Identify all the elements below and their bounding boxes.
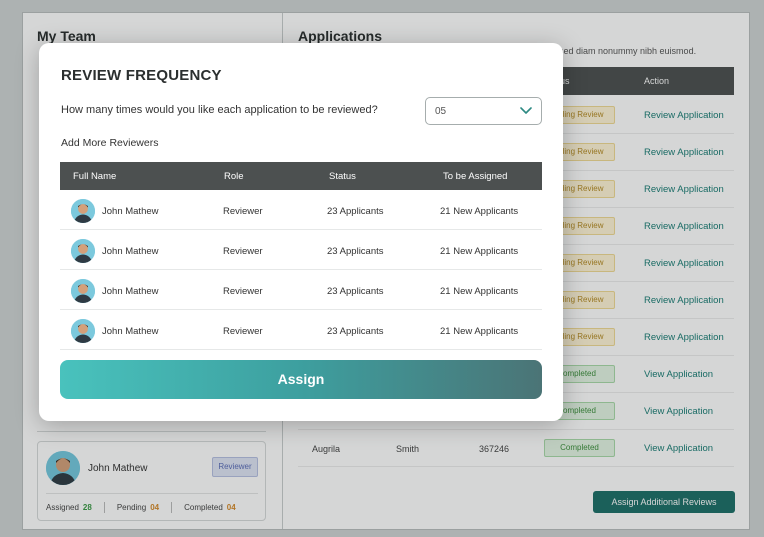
reviewer-row[interactable]: John Mathew Reviewer 23 Applicants 21 New A…: [60, 310, 542, 350]
reviewer-to-be-assigned: 21 New Applicants: [440, 286, 519, 297]
reviewer-row[interactable]: John Mathew Reviewer 23 Applicants 21 New A…: [60, 270, 542, 310]
reviewer-status: 23 Applicants: [327, 246, 384, 257]
reviewer-row[interactable]: John Mathew Reviewer 23 Applicants 21 New A…: [60, 230, 542, 270]
reviewers-table-header: Full Name Role Status To be Assigned: [60, 162, 542, 190]
user-avatar-icon: [71, 319, 95, 343]
assign-button[interactable]: Assign: [60, 360, 542, 399]
modal-title: REVIEW FREQUENCY: [61, 67, 222, 84]
reviewer-name: John Mathew: [102, 286, 159, 297]
column-full-name: Full Name: [73, 171, 117, 182]
chevron-down-icon: [520, 107, 532, 115]
column-status: Status: [329, 171, 356, 182]
review-frequency-modal: REVIEW FREQUENCY How many times would yo…: [39, 43, 563, 421]
reviewer-status: 23 Applicants: [327, 326, 384, 337]
reviewer-name: John Mathew: [102, 206, 159, 217]
reviewer-to-be-assigned: 21 New Applicants: [440, 206, 519, 217]
reviewer-to-be-assigned: 21 New Applicants: [440, 326, 519, 337]
frequency-select[interactable]: 05: [425, 97, 542, 125]
frequency-question: How many times would you like each appli…: [61, 104, 378, 116]
user-avatar-icon: [71, 199, 95, 223]
reviewer-role: Reviewer: [223, 286, 263, 297]
frequency-value: 05: [435, 105, 447, 117]
add-more-reviewers-label: Add More Reviewers: [61, 137, 159, 149]
reviewers-table: Full Name Role Status To be Assigned Joh…: [60, 162, 542, 350]
reviewer-role: Reviewer: [223, 206, 263, 217]
reviewer-role: Reviewer: [223, 246, 263, 257]
reviewer-role: Reviewer: [223, 326, 263, 337]
reviewer-name: John Mathew: [102, 326, 159, 337]
reviewer-status: 23 Applicants: [327, 286, 384, 297]
reviewer-status: 23 Applicants: [327, 206, 384, 217]
reviewer-name: John Mathew: [102, 246, 159, 257]
column-role: Role: [224, 171, 244, 182]
user-avatar-icon: [71, 239, 95, 263]
reviewers-table-body: John Mathew Reviewer 23 Applicants 21 New A…: [60, 190, 542, 350]
user-avatar-icon: [71, 279, 95, 303]
reviewer-row[interactable]: John Mathew Reviewer 23 Applicants 21 New A…: [60, 190, 542, 230]
column-to-be-assigned: To be Assigned: [443, 171, 508, 182]
reviewer-to-be-assigned: 21 New Applicants: [440, 246, 519, 257]
